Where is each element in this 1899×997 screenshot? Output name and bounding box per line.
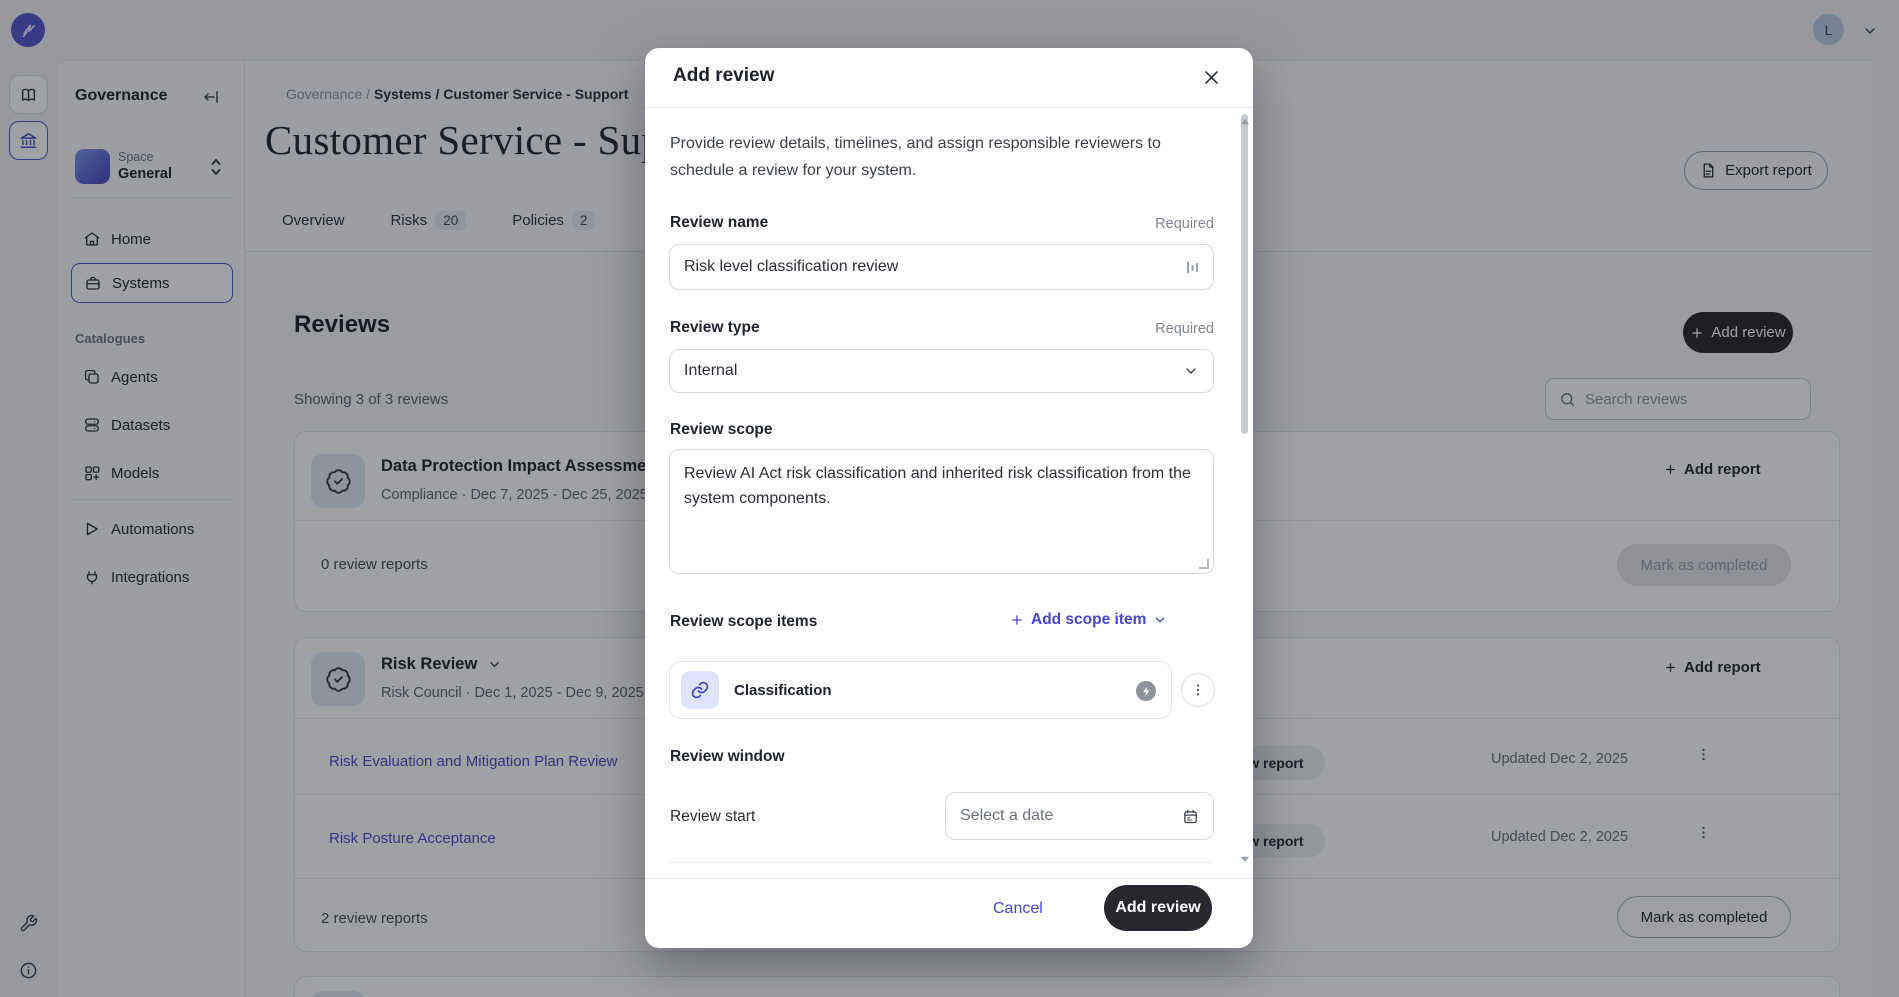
review-start-date-input[interactable]: Select a date <box>945 792 1214 840</box>
autofill-bars-icon <box>1186 260 1199 275</box>
calendar-icon <box>1182 808 1199 825</box>
close-icon[interactable] <box>1196 62 1226 92</box>
review-scope-textarea[interactable]: Review AI Act risk classification and in… <box>669 449 1214 574</box>
required-label: Required <box>1115 216 1214 232</box>
review-type-select[interactable]: Internal <box>669 349 1214 393</box>
modal-title: Add review <box>673 65 774 87</box>
modal-scrollbar-up-arrow[interactable] <box>1241 119 1249 125</box>
modal-header-divider <box>645 107 1253 108</box>
review-type-label: Review type <box>670 319 760 337</box>
chevron-down-icon <box>1153 613 1167 627</box>
link-icon <box>681 671 719 709</box>
scope-item-name: Classification <box>734 682 832 699</box>
cancel-button[interactable]: Cancel <box>993 900 1043 918</box>
modal-footer-divider <box>645 878 1253 879</box>
plus-icon <box>1010 613 1024 627</box>
lightning-icon <box>1136 681 1156 701</box>
modal-add-review-label: Add review <box>1115 899 1200 917</box>
field-row-divider <box>669 862 1214 863</box>
review-scope-value: Review AI Act risk classification and in… <box>684 465 1191 507</box>
modal-description: Provide review details, timelines, and a… <box>670 130 1170 184</box>
review-name-value: Risk level classification review <box>684 258 1186 276</box>
date-placeholder: Select a date <box>960 807 1053 825</box>
required-label: Required <box>1115 321 1214 337</box>
review-type-value: Internal <box>684 362 1183 380</box>
review-window-label: Review window <box>670 748 785 766</box>
review-name-input[interactable]: Risk level classification review <box>669 244 1214 290</box>
add-review-modal: Add review Provide review details, timel… <box>645 48 1253 948</box>
resize-handle[interactable] <box>1199 559 1209 569</box>
review-scope-label: Review scope <box>670 421 773 439</box>
scope-item-row[interactable]: Classification <box>669 661 1172 719</box>
review-start-label: Review start <box>670 808 755 826</box>
modal-scrollbar-thumb[interactable] <box>1241 114 1248 434</box>
add-scope-item-label: Add scope item <box>1031 611 1146 629</box>
modal-scrollbar-down-arrow[interactable] <box>1241 857 1249 863</box>
scope-items-label: Review scope items <box>670 613 817 631</box>
chevron-down-icon <box>1183 363 1199 379</box>
add-scope-item-button[interactable]: Add scope item <box>1010 611 1167 629</box>
review-name-label: Review name <box>670 214 768 232</box>
scope-item-kebab-menu[interactable] <box>1181 673 1215 707</box>
modal-add-review-button[interactable]: Add review <box>1104 885 1212 931</box>
